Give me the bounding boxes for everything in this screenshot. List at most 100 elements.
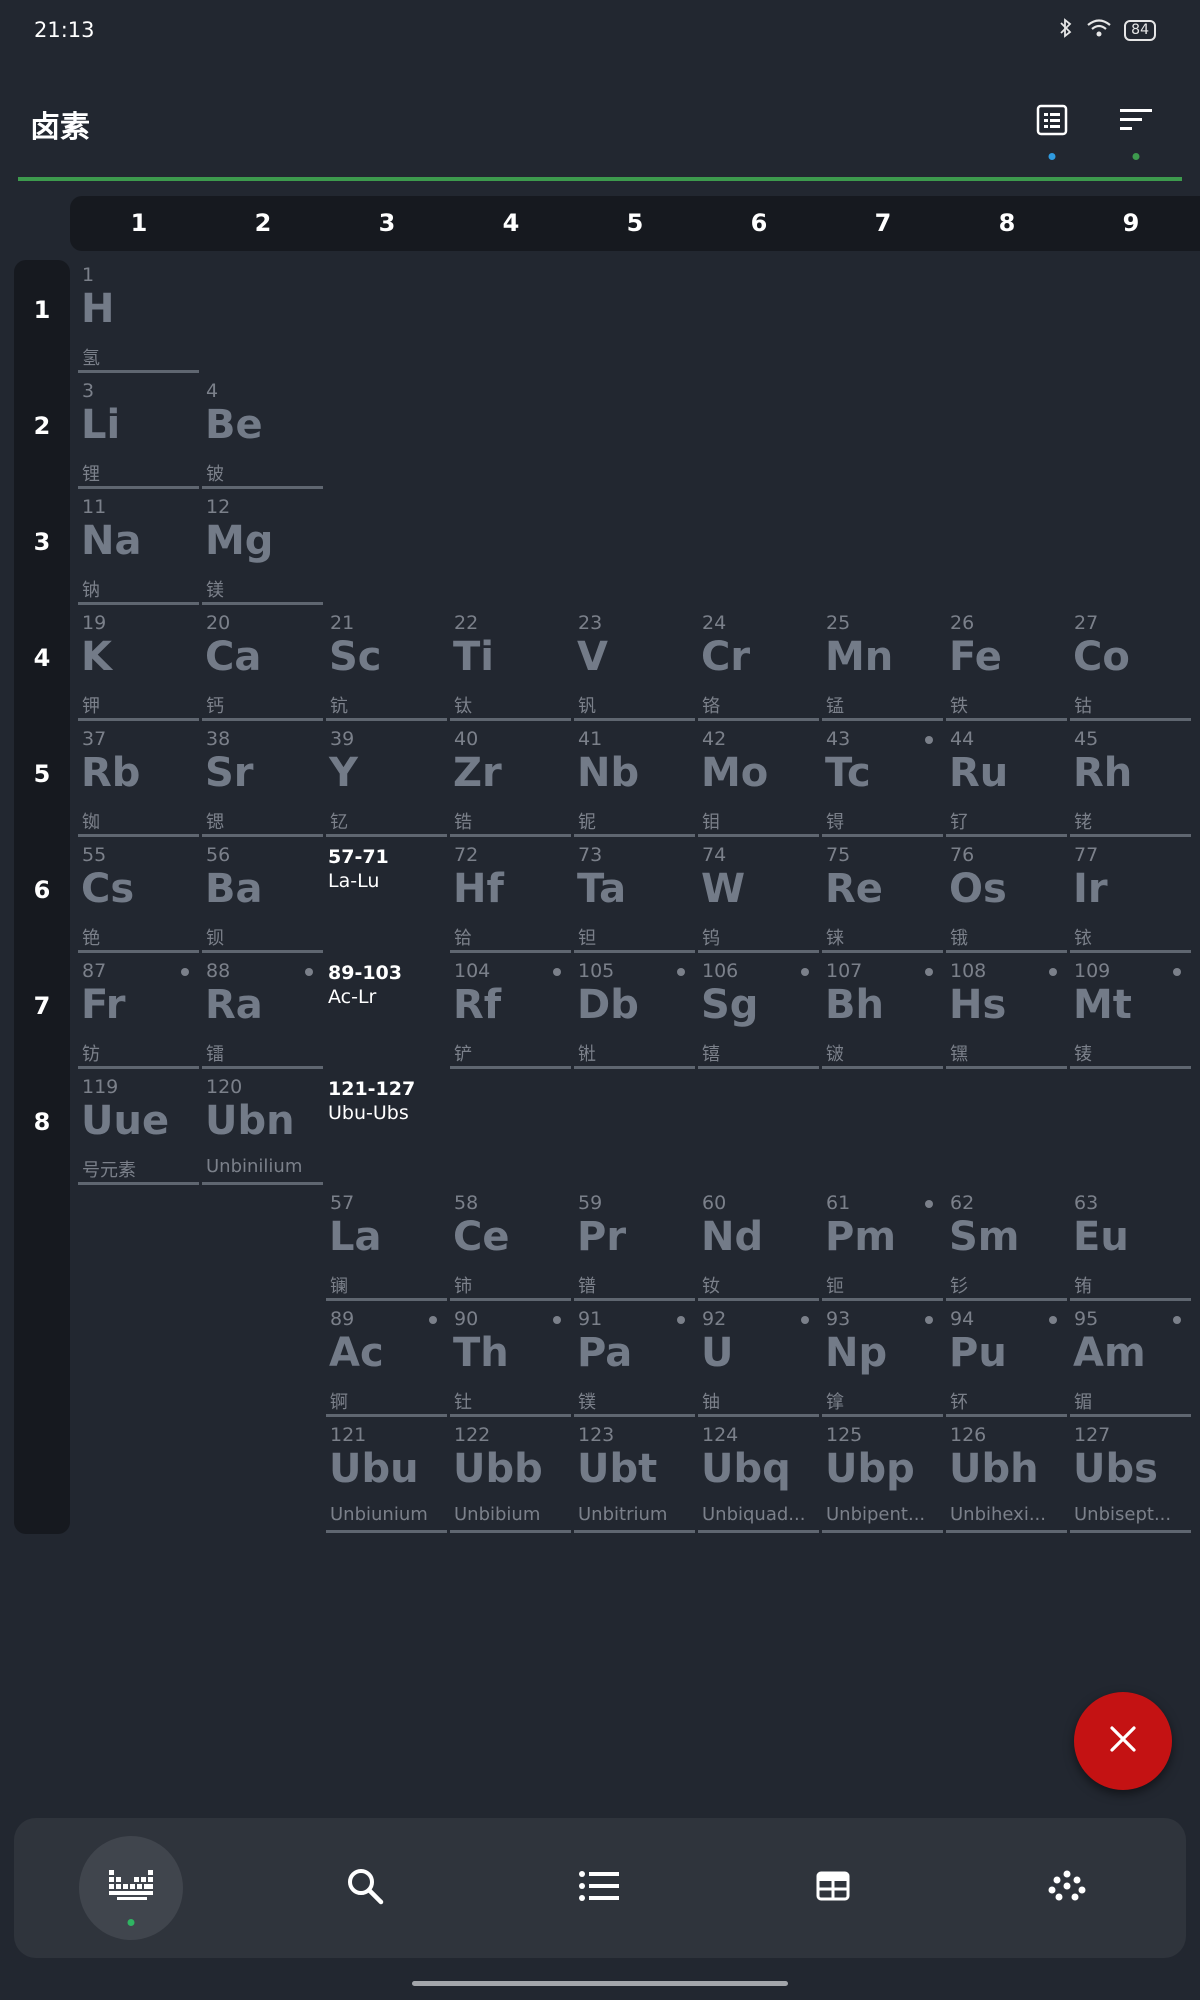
nav-table[interactable] bbox=[781, 1836, 885, 1940]
element-name: 钍 bbox=[454, 1392, 472, 1413]
element-cell[interactable]: 90 Th 钍 bbox=[450, 1304, 571, 1417]
element-cell[interactable]: 58 Ce 铈 bbox=[450, 1188, 571, 1301]
nav-more[interactable] bbox=[1015, 1836, 1119, 1940]
series-range-cell[interactable]: 121-127 Ubu-Ubs bbox=[328, 1078, 449, 1124]
element-cell[interactable]: 106 Sg 𬭳 bbox=[698, 956, 819, 1069]
element-cell[interactable]: 20 Ca 钙 bbox=[202, 608, 323, 721]
element-cell[interactable]: 127 Ubs Unbisept... bbox=[1070, 1420, 1191, 1533]
element-cell[interactable]: 41 Nb 铌 bbox=[574, 724, 695, 837]
element-name: Unbihexi... bbox=[950, 1504, 1046, 1525]
bottom-navigation bbox=[14, 1818, 1186, 1958]
element-cell[interactable]: 121 Ubu Unbiunium bbox=[326, 1420, 447, 1533]
element-cell[interactable]: 55 Cs 铯 bbox=[78, 840, 199, 953]
element-symbol: Ac bbox=[329, 1330, 384, 1376]
nav-periodic-table[interactable] bbox=[79, 1836, 183, 1940]
element-cell[interactable]: 63 Eu 铕 bbox=[1070, 1188, 1191, 1301]
element-cell[interactable]: 72 Hf 铪 bbox=[450, 840, 571, 953]
series-range-cell[interactable]: 89-103 Ac-Lr bbox=[328, 962, 449, 1008]
element-cell[interactable]: 119 Uue 号元素 bbox=[78, 1072, 199, 1185]
element-cell[interactable]: 42 Mo 钼 bbox=[698, 724, 819, 837]
element-cell[interactable]: 87 Fr 钫 bbox=[78, 956, 199, 1069]
range-number: 121-127 bbox=[328, 1078, 416, 1100]
element-cell[interactable]: 12 Mg 镁 bbox=[202, 492, 323, 605]
element-symbol: W bbox=[701, 866, 746, 912]
element-cell[interactable]: 74 W 钨 bbox=[698, 840, 819, 953]
element-cell[interactable]: 88 Ra 镭 bbox=[202, 956, 323, 1069]
element-number: 43 bbox=[826, 728, 851, 750]
element-symbol: Zr bbox=[453, 750, 502, 796]
element-cell[interactable]: 4 Be 铍 bbox=[202, 376, 323, 489]
element-cell[interactable]: 26 Fe 铁 bbox=[946, 608, 1067, 721]
element-number: 24 bbox=[702, 612, 727, 634]
element-cell[interactable]: 77 Ir 铱 bbox=[1070, 840, 1191, 953]
element-symbol: Pa bbox=[577, 1330, 633, 1376]
element-symbol: Mn bbox=[825, 634, 894, 680]
home-indicator[interactable] bbox=[412, 1981, 788, 1986]
element-cell[interactable]: 75 Re 铼 bbox=[822, 840, 943, 953]
element-cell[interactable]: 104 Rf 铲 bbox=[450, 956, 571, 1069]
radioactive-dot bbox=[1049, 968, 1057, 976]
series-range-cell[interactable]: 57-71 La-Lu bbox=[328, 846, 449, 892]
element-name: Unbitrium bbox=[578, 1504, 668, 1525]
element-cell[interactable]: 124 Ubq Unbiquad... bbox=[698, 1420, 819, 1533]
element-cell[interactable]: 59 Pr 镨 bbox=[574, 1188, 695, 1301]
nav-search[interactable] bbox=[313, 1836, 417, 1940]
element-cell[interactable]: 24 Cr 铬 bbox=[698, 608, 819, 721]
element-cell[interactable]: 95 Am 镅 bbox=[1070, 1304, 1191, 1417]
element-cell[interactable]: 125 Ubp Unbipent... bbox=[822, 1420, 943, 1533]
element-name: 铈 bbox=[454, 1276, 472, 1297]
element-cell[interactable]: 56 Ba 钡 bbox=[202, 840, 323, 953]
element-cell[interactable]: 57 La 镧 bbox=[326, 1188, 447, 1301]
element-symbol: Rh bbox=[1073, 750, 1133, 796]
element-cell[interactable]: 38 Sr 锶 bbox=[202, 724, 323, 837]
list-icon bbox=[579, 1870, 619, 1906]
close-fab-button[interactable] bbox=[1074, 1692, 1172, 1790]
element-number: 95 bbox=[1074, 1308, 1099, 1330]
element-symbol: Uue bbox=[81, 1098, 170, 1144]
element-name: Unbiquad... bbox=[702, 1504, 806, 1525]
element-cell[interactable]: 3 Li 锂 bbox=[78, 376, 199, 489]
element-cell[interactable]: 109 Mt 鿏 bbox=[1070, 956, 1191, 1069]
element-cell[interactable]: 11 Na 钠 bbox=[78, 492, 199, 605]
element-cell[interactable]: 25 Mn 锰 bbox=[822, 608, 943, 721]
radioactive-dot bbox=[925, 968, 933, 976]
element-cell[interactable]: 122 Ubb Unbibium bbox=[450, 1420, 571, 1533]
element-cell[interactable]: 94 Pu 钚 bbox=[946, 1304, 1067, 1417]
element-cell[interactable]: 89 Ac 锕 bbox=[326, 1304, 447, 1417]
element-cell[interactable]: 92 U 铀 bbox=[698, 1304, 819, 1417]
element-cell[interactable]: 44 Ru 钌 bbox=[946, 724, 1067, 837]
element-name: 锕 bbox=[330, 1392, 348, 1413]
element-cell[interactable]: 21 Sc 钪 bbox=[326, 608, 447, 721]
element-cell[interactable]: 126 Ubh Unbihexi... bbox=[946, 1420, 1067, 1533]
element-name: 钇 bbox=[330, 812, 348, 833]
element-cell[interactable]: 27 Co 钴 bbox=[1070, 608, 1191, 721]
element-cell[interactable]: 107 Bh 𬭛 bbox=[822, 956, 943, 1069]
element-cell[interactable]: 73 Ta 钽 bbox=[574, 840, 695, 953]
element-cell[interactable]: 1H氢 bbox=[78, 260, 199, 373]
element-number: 55 bbox=[82, 844, 107, 866]
element-cell[interactable]: 91 Pa 镤 bbox=[574, 1304, 695, 1417]
nav-list[interactable] bbox=[547, 1836, 651, 1940]
element-cell[interactable]: 93 Np 镎 bbox=[822, 1304, 943, 1417]
element-cell[interactable]: 60 Nd 钕 bbox=[698, 1188, 819, 1301]
element-cell[interactable]: 37 Rb 铷 bbox=[78, 724, 199, 837]
element-cell[interactable]: 76 Os 锇 bbox=[946, 840, 1067, 953]
element-cell[interactable]: 61 Pm 钷 bbox=[822, 1188, 943, 1301]
element-cell[interactable]: 120 Ubn Unbinilium bbox=[202, 1072, 323, 1185]
element-cell[interactable]: 108 Hs 𬭶 bbox=[946, 956, 1067, 1069]
element-number: 73 bbox=[578, 844, 603, 866]
element-cell[interactable]: 39 Y 钇 bbox=[326, 724, 447, 837]
element-cell[interactable]: 123 Ubt Unbitrium bbox=[574, 1420, 695, 1533]
radioactive-dot bbox=[553, 1316, 561, 1324]
element-cell[interactable]: 22 Ti 钛 bbox=[450, 608, 571, 721]
element-cell[interactable]: 19 K 钾 bbox=[78, 608, 199, 721]
element-cell[interactable]: 40 Zr 锆 bbox=[450, 724, 571, 837]
element-cell[interactable]: 23 V 钒 bbox=[574, 608, 695, 721]
element-symbol: Ubb bbox=[453, 1446, 543, 1492]
element-cell[interactable]: 105 Db 𬭊 bbox=[574, 956, 695, 1069]
element-cell[interactable]: 62 Sm 钐 bbox=[946, 1188, 1067, 1301]
element-cell[interactable]: 45 Rh 铑 bbox=[1070, 724, 1191, 837]
element-name: 铯 bbox=[82, 928, 100, 949]
element-cell[interactable]: 43 Tc 锝 bbox=[822, 724, 943, 837]
element-number: 44 bbox=[950, 728, 975, 750]
